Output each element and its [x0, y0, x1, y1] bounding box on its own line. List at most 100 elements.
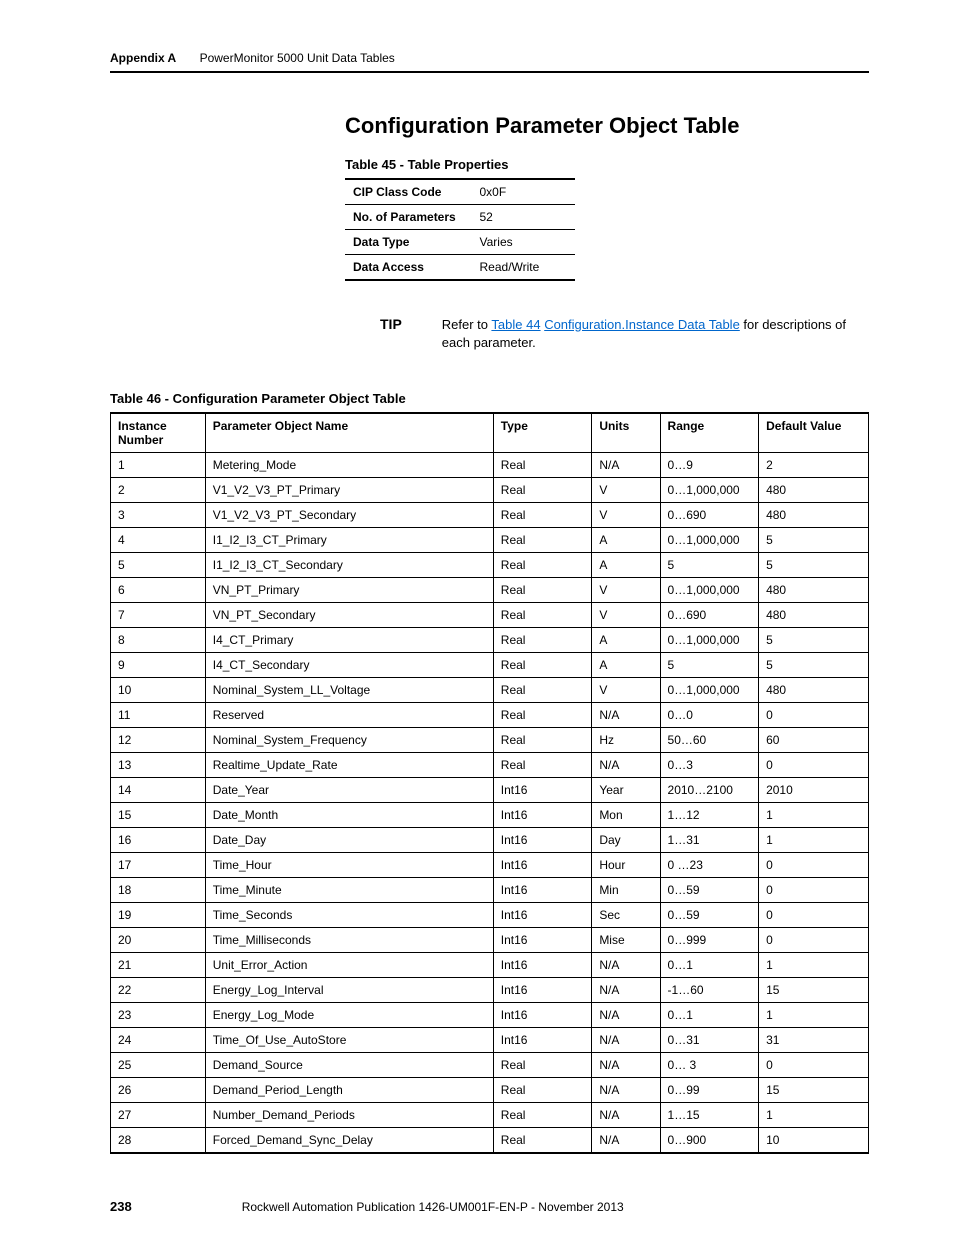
prop-value: 52: [472, 205, 576, 230]
cell: 11: [111, 703, 206, 728]
config-param-table: Instance NumberParameter Object NameType…: [110, 412, 869, 1154]
cell: Forced_Demand_Sync_Delay: [205, 1128, 493, 1154]
cell: 0…690: [660, 603, 759, 628]
cell: Number_Demand_Periods: [205, 1103, 493, 1128]
table-row: Data AccessRead/Write: [345, 255, 575, 281]
table-row: 24Time_Of_Use_AutoStoreInt16N/A0…3131: [111, 1028, 869, 1053]
cell: V: [592, 478, 660, 503]
cell: Int16: [493, 1028, 592, 1053]
cell: Real: [493, 628, 592, 653]
cell: 0: [759, 928, 869, 953]
table-row: 5I1_I2_I3_CT_SecondaryRealA55: [111, 553, 869, 578]
cell: VN_PT_Secondary: [205, 603, 493, 628]
cell: 4: [111, 528, 206, 553]
table-row: 26Demand_Period_LengthRealN/A0…9915: [111, 1078, 869, 1103]
table-row: 19Time_SecondsInt16Sec0…590: [111, 903, 869, 928]
cell: 480: [759, 503, 869, 528]
cell: 7: [111, 603, 206, 628]
page-footer: 238 Rockwell Automation Publication 1426…: [110, 1199, 869, 1214]
cell: Metering_Mode: [205, 453, 493, 478]
tip-label: TIP: [380, 316, 402, 332]
cell: Real: [493, 1053, 592, 1078]
cell: Mon: [592, 803, 660, 828]
cell: VN_PT_Primary: [205, 578, 493, 603]
cell: 1…12: [660, 803, 759, 828]
tip-link-table44[interactable]: Table 44: [491, 317, 540, 332]
cell: Real: [493, 703, 592, 728]
cell: 60: [759, 728, 869, 753]
table-row: 1Metering_ModeRealN/A0…92: [111, 453, 869, 478]
cell: 1…15: [660, 1103, 759, 1128]
cell: 1: [759, 1003, 869, 1028]
cell: 26: [111, 1078, 206, 1103]
cell: 24: [111, 1028, 206, 1053]
cell: 2: [111, 478, 206, 503]
column-header: Units: [592, 413, 660, 453]
cell: 0…9: [660, 453, 759, 478]
table-row: 17Time_HourInt16Hour0 …230: [111, 853, 869, 878]
cell: 1: [759, 828, 869, 853]
cell: N/A: [592, 1128, 660, 1154]
cell: 22: [111, 978, 206, 1003]
cell: Real: [493, 1078, 592, 1103]
cell: Real: [493, 553, 592, 578]
cell: Unit_Error_Action: [205, 953, 493, 978]
cell: I4_CT_Secondary: [205, 653, 493, 678]
cell: Hz: [592, 728, 660, 753]
publication-info: Rockwell Automation Publication 1426-UM0…: [242, 1200, 624, 1214]
tip-link-config-instance[interactable]: Configuration.Instance Data Table: [544, 317, 740, 332]
cell: 0: [759, 903, 869, 928]
table-row: 18Time_MinuteInt16Min0…590: [111, 878, 869, 903]
table-row: 15Date_MonthInt16Mon1…121: [111, 803, 869, 828]
table-row: 12Nominal_System_FrequencyRealHz50…6060: [111, 728, 869, 753]
table-row: 8I4_CT_PrimaryRealA0…1,000,0005: [111, 628, 869, 653]
cell: 50…60: [660, 728, 759, 753]
cell: N/A: [592, 1078, 660, 1103]
cell: 0…1,000,000: [660, 528, 759, 553]
cell: 5: [660, 553, 759, 578]
header-text: Appendix A PowerMonitor 5000 Unit Data T…: [110, 51, 395, 65]
cell: I1_I2_I3_CT_Secondary: [205, 553, 493, 578]
cell: Time_Minute: [205, 878, 493, 903]
table-row: 7VN_PT_SecondaryRealV0…690480: [111, 603, 869, 628]
cell: N/A: [592, 753, 660, 778]
cell: Int16: [493, 928, 592, 953]
cell: 19: [111, 903, 206, 928]
column-header: Default Value: [759, 413, 869, 453]
cell: Mise: [592, 928, 660, 953]
table-row: 13Realtime_Update_RateRealN/A0…30: [111, 753, 869, 778]
cell: 23: [111, 1003, 206, 1028]
cell: Real: [493, 528, 592, 553]
cell: 16: [111, 828, 206, 853]
cell: 480: [759, 578, 869, 603]
cell: Time_Milliseconds: [205, 928, 493, 953]
cell: 15: [759, 978, 869, 1003]
cell: 31: [759, 1028, 869, 1053]
prop-value: 0x0F: [472, 179, 576, 205]
cell: Real: [493, 728, 592, 753]
cell: Int16: [493, 853, 592, 878]
cell: 0… 3: [660, 1053, 759, 1078]
cell: N/A: [592, 453, 660, 478]
prop-value: Varies: [472, 230, 576, 255]
cell: N/A: [592, 703, 660, 728]
tip-block: TIP Refer to Table 44 Configuration.Inst…: [380, 316, 869, 351]
cell: Date_Day: [205, 828, 493, 853]
cell: 0…900: [660, 1128, 759, 1154]
cell: 28: [111, 1128, 206, 1154]
table-row: 6VN_PT_PrimaryRealV0…1,000,000480: [111, 578, 869, 603]
cell: 15: [759, 1078, 869, 1103]
cell: Date_Month: [205, 803, 493, 828]
cell: Real: [493, 753, 592, 778]
cell: Int16: [493, 978, 592, 1003]
cell: Int16: [493, 953, 592, 978]
cell: 480: [759, 478, 869, 503]
cell: 8: [111, 628, 206, 653]
prop-label: Data Access: [345, 255, 472, 281]
table-row: 23Energy_Log_ModeInt16N/A0…11: [111, 1003, 869, 1028]
section-title: Configuration Parameter Object Table: [345, 113, 869, 139]
cell: 0…1,000,000: [660, 478, 759, 503]
cell: Min: [592, 878, 660, 903]
cell: 0 …23: [660, 853, 759, 878]
cell: 0…1,000,000: [660, 628, 759, 653]
